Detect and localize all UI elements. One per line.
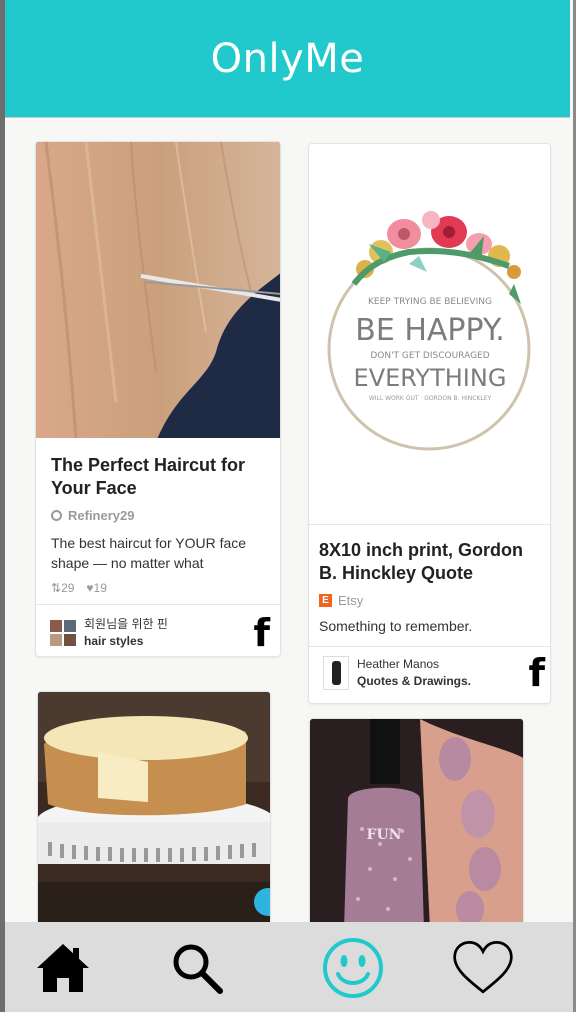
- facebook-icon[interactable]: f: [528, 654, 545, 692]
- pinner-row[interactable]: Heather Manos Quotes & Drawings. f: [323, 654, 545, 692]
- quote-line3: DON'T GET DISCOURAGED: [370, 351, 489, 361]
- nav-home[interactable]: [31, 936, 95, 1000]
- repin-icon: ⇅: [51, 581, 62, 595]
- pin-card-cheesecake[interactable]: [37, 691, 271, 931]
- nav-profile[interactable]: [321, 936, 385, 1000]
- board-name[interactable]: Quotes & Drawings.: [357, 673, 471, 690]
- pin-stats: ⇅29 ♥19: [51, 581, 271, 595]
- like-count: ♥19: [86, 581, 107, 595]
- pin-description: The best haircut for YOUR face shape — n…: [51, 535, 247, 571]
- quote-line5: WILL WORK OUT · GORDON B. HINCKLEY: [369, 395, 492, 402]
- divider: [309, 646, 550, 647]
- quote-line4: EVERYTHING: [354, 364, 507, 392]
- source-name: Refinery29: [68, 508, 135, 523]
- pinner-avatar: [50, 620, 76, 646]
- pin-description: Something to remember.: [319, 618, 473, 634]
- app-header: OnlyMe: [5, 0, 570, 118]
- divider: [309, 524, 550, 525]
- bottle-label: FUN: [367, 827, 402, 843]
- pinner-avatar: [323, 656, 349, 690]
- pinner-row[interactable]: 회원님을 위한 핀 hair styles f: [50, 614, 270, 652]
- quote-line2: BE HAPPY.: [355, 313, 504, 348]
- pin-card-nail-polish[interactable]: FUN: [309, 718, 524, 928]
- nav-favorites[interactable]: [451, 936, 515, 1000]
- smiley-icon: [323, 938, 383, 998]
- facebook-icon[interactable]: f: [253, 614, 270, 652]
- home-icon: [37, 944, 89, 992]
- pinner-name: 회원님을 위한 핀: [84, 617, 168, 631]
- pin-source[interactable]: Refinery29: [51, 508, 271, 523]
- source-name: Etsy: [338, 593, 364, 608]
- heart-icon: [453, 941, 513, 994]
- quote-line1: KEEP TRYING BE BELIEVING: [368, 297, 492, 307]
- pin-title[interactable]: 8X10 inch print, Gordon B. Hinckley Quot…: [319, 539, 544, 585]
- board-name[interactable]: hair styles: [84, 633, 168, 650]
- refinery29-icon: [51, 510, 62, 521]
- pin-card-haircut[interactable]: The Perfect Haircut for Your Face Refine…: [35, 141, 281, 657]
- bottom-nav-bar: [5, 922, 573, 1012]
- pin-image-cheesecake[interactable]: [38, 692, 271, 931]
- pin-title[interactable]: The Perfect Haircut for Your Face: [51, 454, 271, 500]
- pin-image-nail-polish[interactable]: FUN: [310, 719, 524, 928]
- app-title: OnlyMe: [210, 35, 365, 82]
- nav-search[interactable]: [165, 936, 229, 1000]
- pinner-name: Heather Manos: [357, 657, 440, 671]
- heart-small-icon: ♥: [86, 581, 94, 595]
- pin-image-haircut[interactable]: [36, 142, 280, 438]
- divider: [36, 604, 280, 605]
- pin-source[interactable]: E Etsy: [319, 593, 544, 608]
- pin-card-quote[interactable]: KEEP TRYING BE BELIEVING BE HAPPY. DON'T…: [308, 143, 551, 704]
- etsy-icon: E: [319, 594, 332, 607]
- repin-count: ⇅29: [51, 581, 75, 595]
- pin-image-quote[interactable]: KEEP TRYING BE BELIEVING BE HAPPY. DON'T…: [309, 144, 550, 524]
- search-icon: [173, 944, 223, 994]
